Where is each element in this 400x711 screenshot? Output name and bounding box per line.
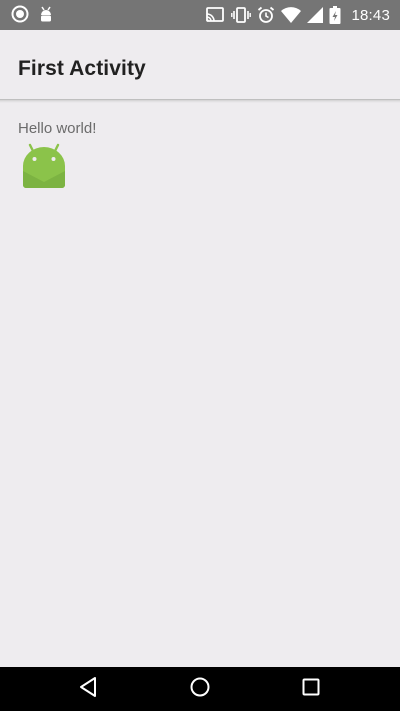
phone-screen: 18:43 First Activity Hello world! [0,0,400,711]
signal-icon [307,7,324,23]
status-bar-right-icons: 18:43 [205,4,390,26]
wifi-icon [281,7,302,23]
home-icon [189,676,211,703]
recents-button[interactable] [281,667,341,711]
android-robot-icon [20,141,70,191]
status-bar-left-icons [11,5,53,23]
android-debug-icon [39,5,53,23]
recents-icon [300,676,322,703]
hello-text: Hello world! [18,120,97,137]
toolbar-title: First Activity [18,57,146,80]
battery-charging-icon [329,6,341,24]
vibrate-icon [231,6,252,24]
home-button[interactable] [170,667,230,711]
app-toolbar: First Activity [0,30,400,100]
status-bar: 18:43 [0,0,400,30]
back-icon [78,676,100,703]
back-button[interactable] [59,667,119,711]
record-icon [11,5,29,23]
status-time: 18:43 [351,6,390,24]
cast-icon [205,6,225,24]
navigation-bar [0,667,400,711]
alarm-icon [257,6,275,24]
content-area: Hello world! [0,103,400,667]
